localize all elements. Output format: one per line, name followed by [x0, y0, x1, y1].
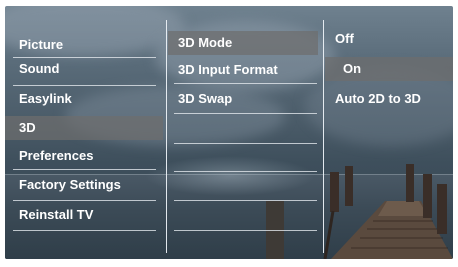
menu-item-reinstall-tv[interactable]: Reinstall TV [5, 204, 163, 226]
tv-screen: Picture Sound Easylink 3D Preferences Fa… [5, 6, 453, 259]
column-divider [323, 20, 324, 253]
menu-item-picture[interactable]: Picture [5, 34, 163, 56]
menu-item-easylink[interactable]: Easylink [5, 88, 163, 110]
divider [13, 200, 156, 201]
settings-menu: Picture Sound Easylink 3D Preferences Fa… [5, 6, 453, 259]
divider [13, 169, 156, 170]
menu-item-3d-mode[interactable]: 3D Mode [168, 31, 318, 55]
column-divider [166, 20, 167, 253]
menu-item-3d[interactable]: 3D [5, 116, 163, 140]
menu-item-3d-input-format[interactable]: 3D Input Format [168, 59, 318, 81]
menu-item-sound[interactable]: Sound [5, 58, 163, 80]
divider [174, 83, 317, 84]
menu-item-3d-swap[interactable]: 3D Swap [168, 88, 318, 110]
menu-item-factory-settings[interactable]: Factory Settings [5, 174, 163, 196]
divider [174, 200, 317, 201]
option-off[interactable]: Off [325, 28, 453, 50]
divider [174, 113, 317, 114]
option-on[interactable]: On [325, 57, 453, 81]
divider [13, 85, 156, 86]
divider [13, 230, 156, 231]
divider [174, 171, 317, 172]
divider [174, 143, 317, 144]
option-auto-2d-to-3d[interactable]: Auto 2D to 3D [325, 88, 453, 110]
menu-item-preferences[interactable]: Preferences [5, 145, 163, 167]
divider [174, 230, 317, 231]
